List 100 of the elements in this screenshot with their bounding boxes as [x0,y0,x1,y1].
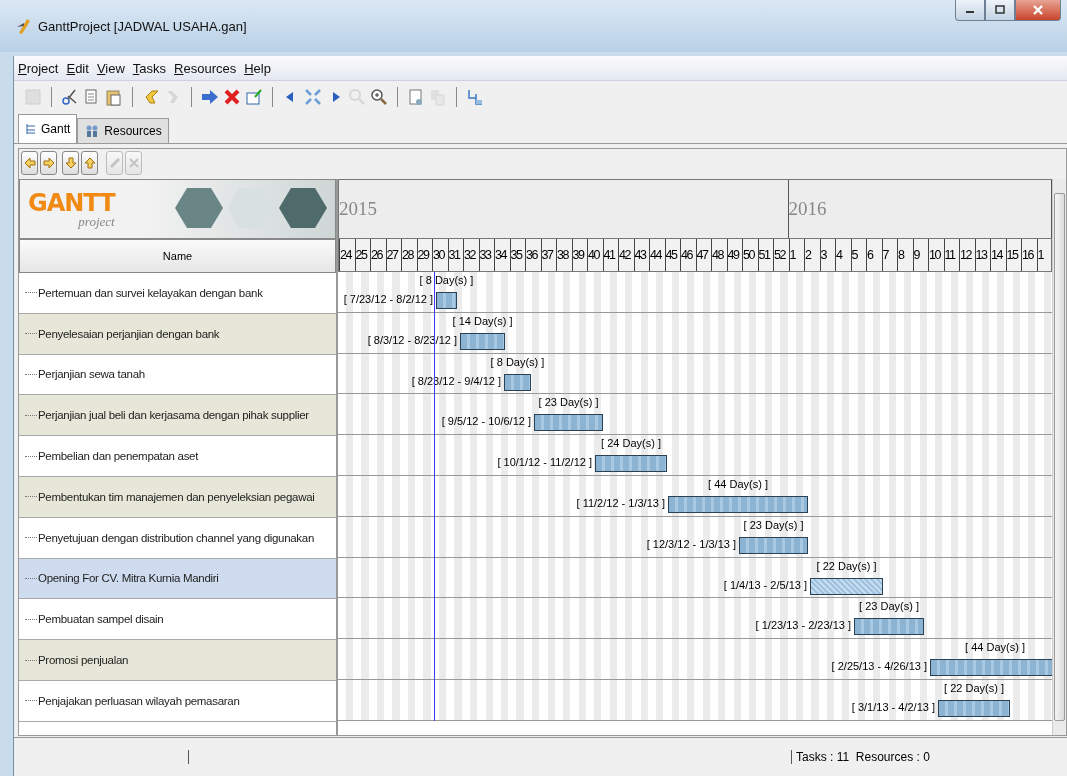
arrow-up-icon [83,157,96,169]
date-range-label: [ 10/1/12 - 11/2/12 ] [497,456,592,469]
year-label: 2015 [339,180,789,238]
arrow-up-button[interactable] [81,151,98,175]
menu-item[interactable]: Resources [174,60,237,76]
tree-list-icon [25,123,37,135]
task-bar[interactable] [854,618,924,636]
arrow-right-button[interactable] [40,151,57,175]
arrow-left-button[interactable] [21,151,38,175]
tab[interactable]: Gantt [18,114,78,143]
week-label: 24 [339,239,355,271]
close-icon [1032,4,1044,16]
task-bar[interactable] [668,496,808,513]
week-label: 2 [804,239,820,271]
week-label: 8 [897,239,913,271]
week-label: 7 [881,239,897,271]
menu-item[interactable]: Project [18,60,59,76]
task-bar[interactable] [938,699,1010,717]
arrow-down-button[interactable] [62,151,79,175]
close-button[interactable] [1015,0,1061,21]
task-name[interactable]: Penyetujuan dengan distribution channel yang digunakan [38,531,314,544]
maximize-icon [995,5,1005,15]
task-name[interactable]: Pembuatan sampel disain [38,613,164,626]
minimize-button[interactable] [955,0,985,21]
week-label: 32 [463,239,479,271]
week-label: 16 [1021,239,1037,271]
duration-label: [ 24 Day(s) ] [601,437,661,450]
week-label: 13 [974,239,990,271]
task-name[interactable]: Pembelian dan penempatan aset [38,450,199,463]
maximize-button[interactable] [985,0,1015,21]
task-bar[interactable] [930,659,1052,677]
menu-item[interactable]: Help [244,60,271,76]
task-bar[interactable] [810,577,883,595]
duration-label: [ 23 Day(s) ] [743,518,804,531]
task-name[interactable]: Pertemuan dan survei kelayakan dengan bank [38,286,263,299]
task-bar[interactable] [739,536,808,554]
logo-title: GANTT [28,190,115,215]
duration-label: [ 14 Day(s) ] [452,314,513,327]
task-bar[interactable] [436,292,457,309]
week-label: 39 [571,239,587,271]
week-label: 42 [618,239,634,271]
scrollbar[interactable] [1052,179,1066,735]
week-label: 26 [370,239,386,271]
week-label: 4 [835,239,851,271]
window-pin-icon[interactable] [245,88,263,106]
week-label: 37 [540,239,556,271]
logo-subtitle: project [78,214,115,228]
week-label: 52 [773,239,789,271]
task-name[interactable]: Promosi penjualan [38,654,129,667]
duration-label: [ 23 Day(s) ] [538,396,599,409]
date-range-label: [ 12/3/12 - 1/3/13 ] [646,537,736,550]
duration-label: [ 23 Day(s) ] [859,600,919,613]
menu-item[interactable]: Edit [66,60,89,76]
task-bar[interactable] [460,332,505,350]
app-icon [16,17,32,35]
task-name[interactable]: Penyelesaian perjanjian dengan bank [38,327,220,340]
delete-icon[interactable] [223,88,241,106]
week-label: 40 [587,239,603,271]
menu-item[interactable]: Tasks [132,60,167,76]
task-bar[interactable] [504,373,531,391]
task-name[interactable]: Opening For CV. Mitra Kurnia Mandiri [38,572,219,585]
week-label: 51 [757,239,773,271]
tab[interactable]: Resources [77,118,169,143]
date-range-label: [ 9/5/12 - 10/6/12 ] [441,415,531,428]
week-label: 11 [943,239,959,271]
paste-icon[interactable] [105,88,123,106]
week-label: 50 [742,239,758,271]
collapse-icon[interactable] [304,88,322,106]
week-label: 35 [509,239,525,271]
week-label: 49 [726,239,742,271]
document-icon[interactable] [407,88,425,106]
menu-item[interactable]: View [96,60,125,76]
window-title: GanttProject [JADWAL USAHA.gan] [38,18,247,34]
task-name[interactable]: Perjanjian sewa tanah [38,368,145,381]
week-label: 6 [866,239,882,271]
week-label: 10 [928,239,944,271]
date-range-label: [ 7/23/12 - 8/2/12 ] [343,293,433,305]
week-label: 14 [990,239,1006,271]
week-label: 9 [912,239,928,271]
week-label: 3 [819,239,835,271]
week-label: 1 [788,239,804,271]
week-label: 31 [447,239,463,271]
arrow-right-icon [42,157,55,169]
week-label: 44 [649,239,665,271]
task-name[interactable]: Penjajakan perluasan wilayah pemasaran [38,694,240,707]
zoom-in-icon[interactable] [370,88,388,106]
task-bar[interactable] [595,455,667,473]
date-range-label: [ 11/2/12 - 1/3/13 ] [576,497,665,509]
arrow-right-icon[interactable] [201,88,219,106]
week-label: 12 [959,239,975,271]
duration-label: [ 22 Day(s) ] [816,559,877,572]
hierarchy-icon[interactable] [466,88,484,106]
cut-icon[interactable] [61,88,79,106]
week-label: 43 [633,239,649,271]
duration-label: [ 8 Day(s) ] [419,274,474,286]
status-text: Tasks : 11 Resources : 0 [796,750,930,764]
task-bar[interactable] [534,414,603,432]
date-range-label: [ 1/4/13 - 2/5/13 ] [723,578,807,591]
column-header[interactable]: Name [19,239,336,273]
week-label: 47 [695,239,711,271]
